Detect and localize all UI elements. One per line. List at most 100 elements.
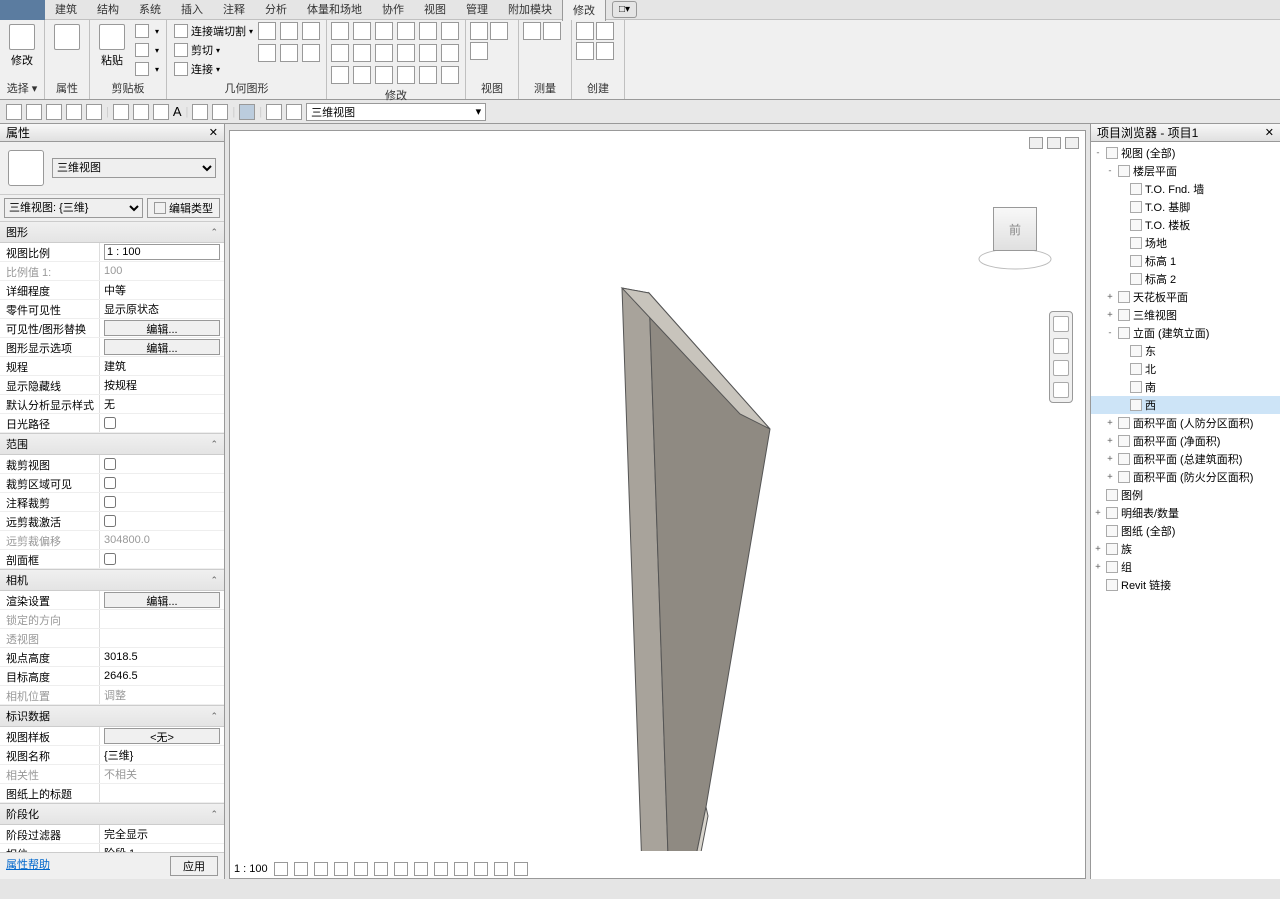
unlock-icon[interactable]: [414, 862, 428, 876]
qat-section-icon[interactable]: [212, 104, 228, 120]
prop-category[interactable]: 阶段化⌃: [0, 803, 224, 825]
prop-value[interactable]: 编辑...: [100, 591, 224, 609]
ribbon-tool-icon[interactable]: [441, 44, 459, 62]
ribbon-tool-icon[interactable]: [258, 44, 276, 62]
qat-thin-icon[interactable]: [239, 104, 255, 120]
tree-node[interactable]: 东: [1091, 342, 1280, 360]
ribbon-tool-icon[interactable]: [596, 22, 614, 40]
analytical-icon[interactable]: [514, 862, 528, 876]
tab-插入[interactable]: 插入: [171, 0, 213, 21]
ribbon-tool-icon[interactable]: [470, 22, 488, 40]
tree-node[interactable]: T.O. 楼板: [1091, 216, 1280, 234]
ribbon-tool-icon[interactable]: [353, 44, 371, 62]
crop-icon[interactable]: [374, 862, 388, 876]
ribbon-btn-sm[interactable]: ▾: [132, 22, 162, 40]
ribbon-tool-icon[interactable]: [490, 22, 508, 40]
tab-建筑[interactable]: 建筑: [45, 0, 87, 21]
ribbon-tool-icon[interactable]: [419, 44, 437, 62]
ribbon-tool-icon[interactable]: [331, 44, 349, 62]
prop-category[interactable]: 标识数据⌃: [0, 705, 224, 727]
viewport-3d[interactable]: 前 1 : 100: [229, 130, 1086, 879]
qat-switch-icon[interactable]: [286, 104, 302, 120]
tree-node[interactable]: 场地: [1091, 234, 1280, 252]
qat-undo-icon[interactable]: [66, 104, 82, 120]
ribbon-btn[interactable]: [49, 22, 85, 54]
tree-node[interactable]: +面积平面 (净面积): [1091, 432, 1280, 450]
prop-value[interactable]: {三维}: [100, 746, 224, 764]
prop-value[interactable]: 中等: [100, 281, 224, 299]
tree-node[interactable]: -楼层平面: [1091, 162, 1280, 180]
instance-selector[interactable]: 三维视图: {三维}: [4, 198, 143, 218]
ribbon-tool-icon[interactable]: [302, 44, 320, 62]
qat-sync-icon[interactable]: [46, 104, 62, 120]
help-dropdown[interactable]: □▾: [612, 1, 637, 18]
pan-icon[interactable]: [1053, 338, 1069, 354]
tree-node[interactable]: +明细表/数量: [1091, 504, 1280, 522]
properties-help-link[interactable]: 属性帮助: [6, 856, 50, 876]
tree-node[interactable]: 标高 2: [1091, 270, 1280, 288]
ribbon-tool-icon[interactable]: [353, 22, 371, 40]
prop-category[interactable]: 范围⌃: [0, 433, 224, 455]
ribbon-btn[interactable]: 修改: [4, 22, 40, 70]
prop-category[interactable]: 图形⌃: [0, 221, 224, 243]
tab-修改[interactable]: 修改: [562, 0, 606, 21]
tab-系统[interactable]: 系统: [129, 0, 171, 21]
tree-node[interactable]: Revit 链接: [1091, 576, 1280, 594]
prop-value[interactable]: 建筑: [100, 357, 224, 375]
ribbon-btn-sm[interactable]: 连接▾: [171, 60, 256, 78]
ribbon-btn[interactable]: 粘贴: [94, 22, 130, 70]
render-icon[interactable]: [354, 862, 368, 876]
reveal-icon[interactable]: [454, 862, 468, 876]
prop-value[interactable]: [100, 550, 224, 568]
prop-value[interactable]: 3018.5: [100, 648, 224, 666]
model-wall[interactable]: [230, 131, 1090, 851]
ribbon-tool-icon[interactable]: [397, 22, 415, 40]
zoom-icon[interactable]: [1053, 360, 1069, 376]
type-selector[interactable]: 三维视图: [52, 158, 216, 178]
view-selector[interactable]: 三维视图▾: [306, 103, 486, 121]
apply-button[interactable]: 应用: [170, 856, 218, 876]
ribbon-tool-icon[interactable]: [258, 22, 276, 40]
prop-value[interactable]: 编辑...: [100, 319, 224, 337]
prop-category[interactable]: 相机⌃: [0, 569, 224, 591]
tree-node[interactable]: T.O. 基脚: [1091, 198, 1280, 216]
visual-style-icon[interactable]: [294, 862, 308, 876]
tree-node[interactable]: 标高 1: [1091, 252, 1280, 270]
ribbon-tool-icon[interactable]: [576, 42, 594, 60]
ribbon-tool-icon[interactable]: [397, 66, 415, 84]
tab-附加模块[interactable]: 附加模块: [498, 0, 562, 21]
tab-协作[interactable]: 协作: [372, 0, 414, 21]
sun-icon[interactable]: [314, 862, 328, 876]
prop-value[interactable]: <无>: [100, 727, 224, 745]
ribbon-tool-icon[interactable]: [543, 22, 561, 40]
ribbon-tool-icon[interactable]: [397, 44, 415, 62]
prop-value[interactable]: [100, 474, 224, 492]
qat-close-icon[interactable]: [266, 104, 282, 120]
qat-align-icon[interactable]: [133, 104, 149, 120]
prop-value[interactable]: 编辑...: [100, 338, 224, 356]
qat-save-icon[interactable]: [26, 104, 42, 120]
tree-node[interactable]: 图例: [1091, 486, 1280, 504]
tree-node[interactable]: +面积平面 (防火分区面积): [1091, 468, 1280, 486]
prop-value[interactable]: [100, 243, 224, 261]
prop-value[interactable]: 2646.5: [100, 667, 224, 685]
prop-value[interactable]: 显示原状态: [100, 300, 224, 318]
ribbon-tool-icon[interactable]: [280, 22, 298, 40]
prop-value[interactable]: [100, 512, 224, 530]
ribbon-btn-sm[interactable]: ▾: [132, 41, 162, 59]
tab-注释[interactable]: 注释: [213, 0, 255, 21]
tab-结构[interactable]: 结构: [87, 0, 129, 21]
tab-视图[interactable]: 视图: [414, 0, 456, 21]
ribbon-tool-icon[interactable]: [375, 66, 393, 84]
ribbon-tool-icon[interactable]: [470, 42, 488, 60]
tree-node[interactable]: T.O. Fnd. 墙: [1091, 180, 1280, 198]
ribbon-tool-icon[interactable]: [419, 66, 437, 84]
detail-level-icon[interactable]: [274, 862, 288, 876]
qat-3d-icon[interactable]: [192, 104, 208, 120]
tree-node[interactable]: 南: [1091, 378, 1280, 396]
ribbon-tool-icon[interactable]: [331, 66, 349, 84]
prop-value[interactable]: [100, 455, 224, 473]
ribbon-tool-icon[interactable]: [375, 22, 393, 40]
ribbon-tool-icon[interactable]: [441, 22, 459, 40]
tree-node[interactable]: +族: [1091, 540, 1280, 558]
